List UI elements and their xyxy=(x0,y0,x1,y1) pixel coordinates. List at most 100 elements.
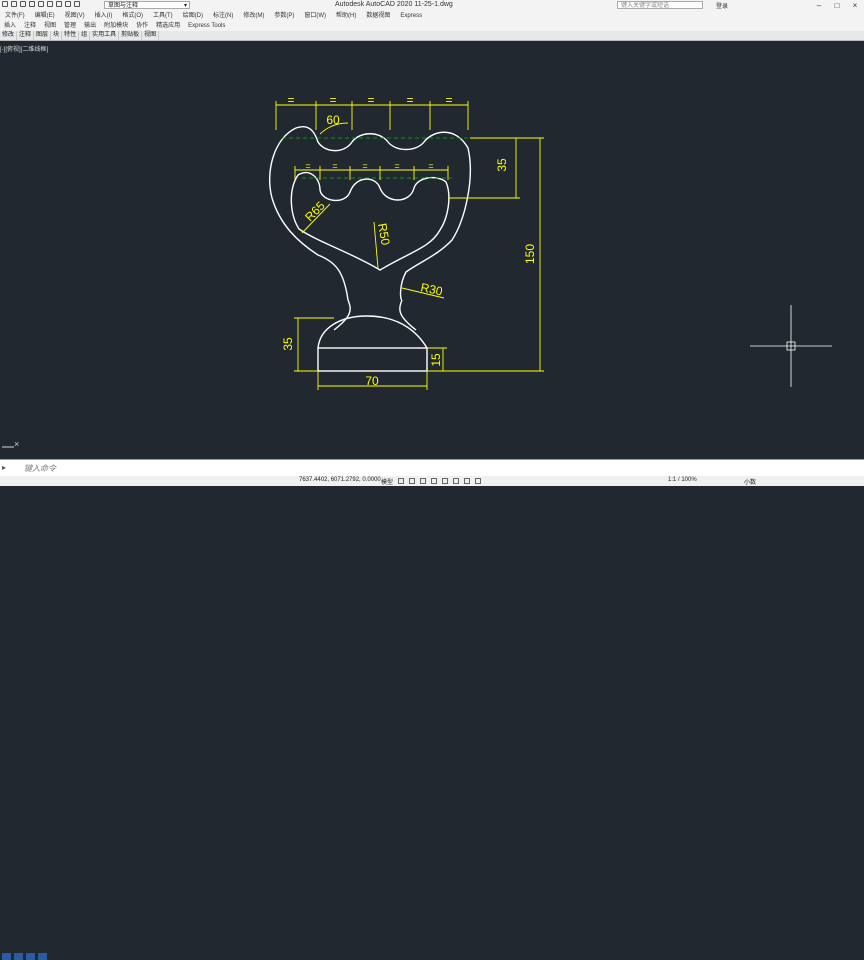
ribbon-tab[interactable]: 管理 xyxy=(60,21,80,31)
ribbon-panel-label[interactable]: 注释 xyxy=(17,31,35,40)
menu-item[interactable]: 帮助(H) xyxy=(331,11,361,21)
drawing-canvas[interactable]: = = = = = = = = = = 60 35 150 R65 R50 R3… xyxy=(0,52,864,458)
snap-icon[interactable] xyxy=(409,478,415,484)
dim-eq-6: = xyxy=(305,161,310,171)
dim-eq-7: = xyxy=(332,161,337,171)
menu-item[interactable]: 插入(I) xyxy=(90,11,118,21)
annotation-scale[interactable]: 1:1 / 100% xyxy=(668,477,697,483)
save-icon[interactable] xyxy=(20,1,26,7)
drafting-toggles xyxy=(398,478,481,484)
ribbon-panel-label[interactable]: 特性 xyxy=(62,31,80,40)
close-icon[interactable]: × xyxy=(846,0,864,11)
web-mobile-icon[interactable] xyxy=(38,1,44,7)
menu-item[interactable]: 文件(F) xyxy=(0,11,30,21)
dim-r30: R30 xyxy=(419,280,444,298)
cup-base xyxy=(317,347,428,372)
workspace-label: 草图与注释 xyxy=(108,3,139,9)
dim-35-right: 35 xyxy=(495,158,509,172)
dim-eq-9: = xyxy=(394,161,399,171)
dim-eq-3: = xyxy=(367,93,374,107)
ribbon-tab[interactable]: 视图 xyxy=(40,21,60,31)
ribbon-tab[interactable]: 附加模块 xyxy=(100,21,132,31)
menu-item[interactable]: Express xyxy=(395,11,427,21)
ribbon-panel-label[interactable]: 修改 xyxy=(0,31,18,40)
model-space-toggle[interactable]: 模型 xyxy=(381,477,393,486)
maximize-icon[interactable]: □ xyxy=(828,0,846,11)
ribbon-tab[interactable]: 精选应用 xyxy=(152,21,184,31)
dim-r50: R50 xyxy=(375,222,393,246)
layout-tab[interactable] xyxy=(14,953,23,960)
dim-eq-10: = xyxy=(428,161,433,171)
dim-70: 70 xyxy=(365,374,379,388)
title-bar: 草图与注释 ▾ Autodesk AutoCAD 2020 11-25-1.dw… xyxy=(0,0,864,11)
menu-item[interactable]: 参数(P) xyxy=(269,11,299,21)
cup-outline xyxy=(268,126,471,301)
ribbon-panel-label[interactable]: 剪贴板 xyxy=(119,31,143,40)
ribbon-tab[interactable]: 插入 xyxy=(0,21,20,31)
menu-item[interactable]: 修改(M) xyxy=(238,11,269,21)
dim-eq-8: = xyxy=(362,161,367,171)
command-close-icon[interactable]: × xyxy=(14,439,19,449)
ortho-icon[interactable] xyxy=(420,478,426,484)
dim-r65: R65 xyxy=(302,198,328,224)
ribbon-panel-label[interactable]: 实用工具 xyxy=(90,31,120,40)
menu-item[interactable]: 标注(N) xyxy=(208,11,238,21)
command-line[interactable]: ▸ 键入命令 xyxy=(0,459,864,476)
polar-icon[interactable] xyxy=(431,478,437,484)
redo-icon[interactable] xyxy=(65,1,71,7)
menu-item[interactable]: 绘图(D) xyxy=(178,11,208,21)
status-bar: 7637.4402, 6071.2792, 0.0000 模型 1:1 / 10… xyxy=(0,476,864,960)
menu-bar: 文件(F) 编辑(E) 视图(V) 插入(I) 格式(O) 工具(T) 绘图(D) 标注(N)… xyxy=(0,11,864,21)
ribbon-panel-label[interactable]: 图层 xyxy=(34,31,52,40)
command-icon: ▸ xyxy=(2,463,7,472)
dim-35-left: 35 xyxy=(281,337,295,351)
minimize-icon[interactable]: – xyxy=(810,0,828,11)
print-icon[interactable] xyxy=(47,1,53,7)
ribbon-tab[interactable]: 协作 xyxy=(132,21,152,31)
undo-icon[interactable] xyxy=(56,1,62,7)
ribbon-tab[interactable]: Express Tools xyxy=(184,21,229,31)
dim-150: 150 xyxy=(523,244,537,264)
dimension-lines xyxy=(275,101,544,390)
ribbon-tab[interactable]: 输出 xyxy=(80,21,100,31)
ribbon-panel-label[interactable]: 块 xyxy=(51,31,63,40)
new-file-icon[interactable] xyxy=(2,1,8,7)
workspace-select[interactable]: 草图与注释 ▾ xyxy=(104,1,190,9)
osnap-icon[interactable] xyxy=(442,478,448,484)
ribbon-panel-label[interactable]: 视图 xyxy=(142,31,160,40)
units-select[interactable]: 小数 xyxy=(744,477,756,486)
crosshair-cursor xyxy=(750,305,832,387)
menu-item[interactable]: 工具(T) xyxy=(148,11,178,21)
quick-access-toolbar xyxy=(2,1,80,7)
cup-base-top xyxy=(317,315,428,349)
menu-item[interactable]: 编辑(E) xyxy=(30,11,60,21)
save-as-icon[interactable] xyxy=(29,1,35,7)
layout-tab[interactable] xyxy=(38,953,47,960)
menu-item[interactable]: 数据视图 xyxy=(361,11,395,21)
cup-inner-outline xyxy=(290,172,450,271)
login-button[interactable]: 登录 xyxy=(716,1,728,10)
transparency-icon[interactable] xyxy=(475,478,481,484)
share-icon[interactable] xyxy=(74,1,80,7)
menu-item[interactable]: 窗口(W) xyxy=(299,11,331,21)
open-file-icon[interactable] xyxy=(11,1,17,7)
layout-tab[interactable] xyxy=(2,953,11,960)
window-title: Autodesk AutoCAD 2020 11-25-1.dwg xyxy=(335,1,453,8)
cup-geometry xyxy=(268,126,471,372)
command-input[interactable]: 键入命令 xyxy=(24,463,56,474)
ribbon-tab[interactable]: 注释 xyxy=(20,21,40,31)
window-controls: – □ × xyxy=(810,0,864,11)
dim-eq-5: = xyxy=(445,93,452,107)
ribbon-panel-label[interactable]: 组 xyxy=(79,31,91,40)
ribbon-panels: 修改 注释 图层块特性组实用工具 剪贴板 视图 xyxy=(0,31,864,41)
layout-tab[interactable] xyxy=(26,953,35,960)
otrack-icon[interactable] xyxy=(453,478,459,484)
dim-angle-60: 60 xyxy=(326,113,340,127)
menu-item[interactable]: 格式(O) xyxy=(117,11,148,21)
dim-eq-1: = xyxy=(287,93,294,107)
search-input[interactable]: 键入关键字或短语 xyxy=(617,1,703,9)
menu-item[interactable]: 视图(V) xyxy=(60,11,90,21)
lineweight-icon[interactable] xyxy=(464,478,470,484)
coordinates-readout: 7637.4402, 6071.2792, 0.0000 xyxy=(299,477,381,483)
grid-icon[interactable] xyxy=(398,478,404,484)
